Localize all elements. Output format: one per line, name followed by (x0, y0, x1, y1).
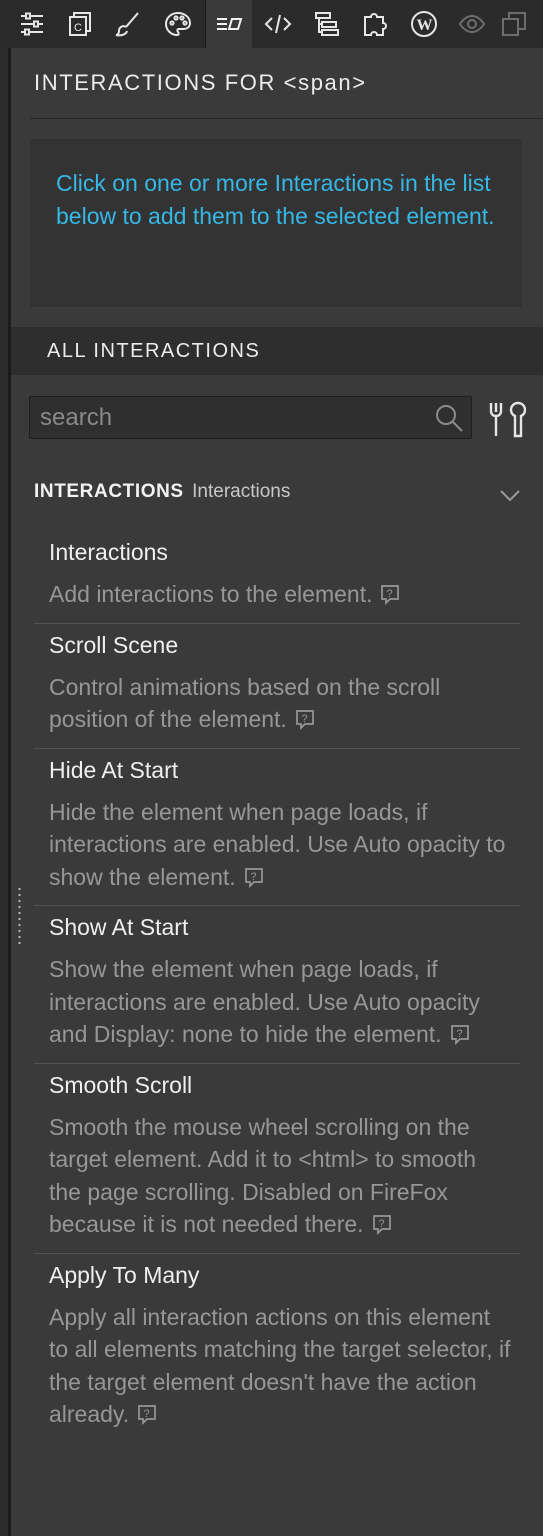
resize-handle[interactable] (18, 886, 21, 948)
info-message: Click on one or more Interactions in the… (56, 170, 495, 229)
panel-toolbar: C W (0, 0, 543, 48)
eye-icon[interactable] (452, 0, 492, 48)
tools-icon[interactable] (486, 399, 526, 439)
svg-text:C: C (74, 22, 82, 34)
group-subtitle: Interactions (192, 481, 291, 502)
item-title: Hide At Start (49, 756, 179, 783)
item-description: Control animations based on the scroll p… (49, 673, 441, 733)
interactions-icon[interactable] (205, 0, 252, 48)
chevron-down-icon[interactable] (498, 483, 522, 507)
puzzle-icon[interactable] (356, 0, 396, 48)
help-icon[interactable]: ? (371, 1213, 393, 1235)
item-description: Hide the element when page loads, if int… (49, 798, 506, 890)
item-title: Apply To Many (49, 1261, 200, 1288)
layers-icon[interactable] (494, 0, 534, 48)
help-icon[interactable]: ? (136, 1403, 158, 1425)
list-item[interactable]: Scroll Scene Control animations based on… (34, 624, 520, 749)
divider (30, 118, 543, 119)
list-item[interactable]: Interactions Add interactions to the ele… (34, 531, 520, 624)
item-description: Add interactions to the element.? (49, 578, 520, 611)
wordpress-icon[interactable]: W (404, 0, 444, 48)
list-item[interactable]: Apply To Many Apply all interaction acti… (34, 1254, 520, 1443)
group-title: INTERACTIONS (34, 481, 184, 502)
help-icon[interactable]: ? (449, 1023, 471, 1045)
panel-title: INTERACTIONS FOR <span> (34, 70, 367, 95)
group-header[interactable]: INTERACTIONS Interactions (34, 481, 524, 511)
code-icon[interactable] (258, 0, 298, 48)
left-edge (0, 0, 11, 1536)
brush-icon[interactable] (107, 0, 147, 48)
list-item[interactable]: Smooth Scroll Smooth the mouse wheel scr… (34, 1064, 520, 1254)
item-title: Interactions (49, 539, 168, 565)
item-description: Show the element when page loads, if int… (49, 956, 480, 1047)
svg-text:?: ? (387, 588, 393, 600)
tree-icon[interactable] (307, 0, 347, 48)
info-box: Click on one or more Interactions in the… (30, 139, 522, 307)
svg-text:?: ? (378, 1218, 384, 1230)
section-header: ALL INTERACTIONS (11, 327, 543, 375)
list-item[interactable]: Show At Start Show the element when page… (34, 906, 520, 1064)
search-box (29, 396, 472, 439)
svg-text:?: ? (250, 871, 256, 883)
help-icon[interactable]: ? (294, 708, 316, 730)
item-title: Show At Start (49, 914, 189, 940)
interactions-list: Interactions Add interactions to the ele… (34, 531, 520, 1443)
svg-text:?: ? (144, 1408, 150, 1420)
item-description: Apply all interaction actions on this el… (49, 1303, 511, 1428)
list-item[interactable]: Hide At Start Hide the element when page… (34, 749, 520, 906)
section-title: ALL INTERACTIONS (47, 340, 261, 362)
sliders-icon[interactable] (12, 0, 52, 48)
item-title: Smooth Scroll (49, 1071, 193, 1098)
palette-icon[interactable] (158, 0, 198, 48)
help-icon[interactable]: ? (379, 583, 401, 605)
document-icon[interactable]: C (60, 0, 100, 48)
item-description: Smooth the mouse wheel scrolling on the … (49, 1113, 477, 1238)
svg-text:W: W (417, 17, 433, 34)
search-icon[interactable] (433, 402, 465, 434)
item-title: Scroll Scene (49, 631, 179, 658)
help-icon[interactable]: ? (243, 866, 265, 888)
search-input[interactable] (40, 397, 420, 438)
svg-text:?: ? (301, 713, 307, 725)
svg-text:?: ? (456, 1028, 462, 1040)
